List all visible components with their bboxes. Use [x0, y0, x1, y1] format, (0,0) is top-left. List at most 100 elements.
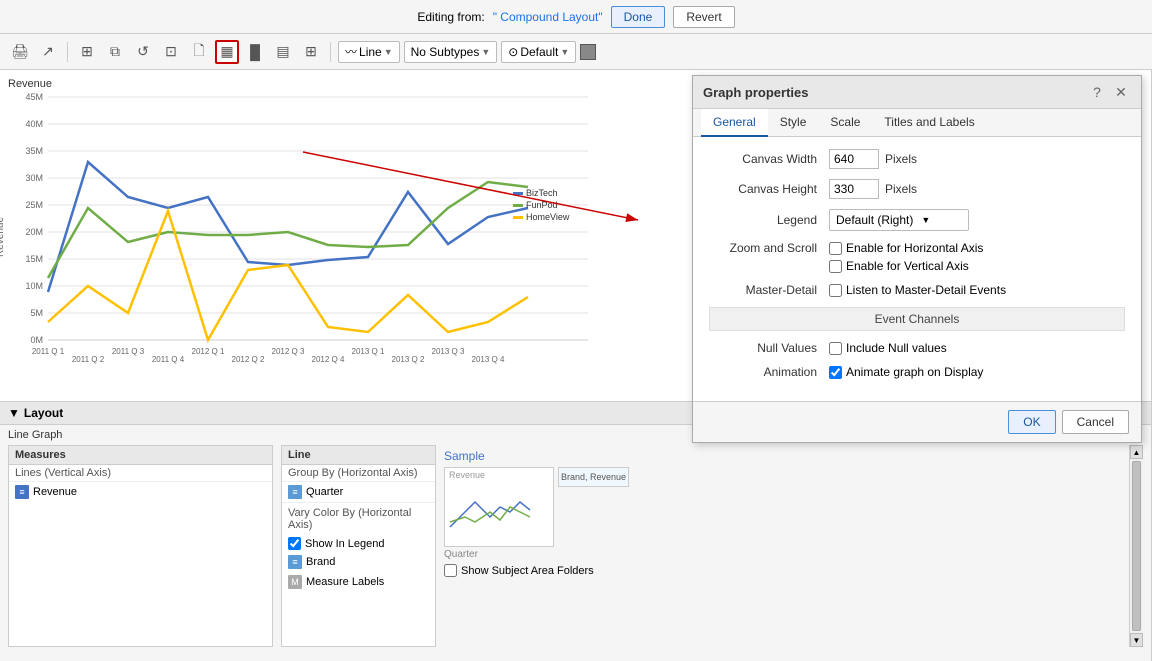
svg-text:0M: 0M [30, 335, 43, 345]
quarter-label: Quarter [306, 486, 343, 498]
listen-events-checkbox[interactable] [829, 284, 842, 297]
animate-row: Animate graph on Display [829, 365, 983, 379]
measure-labels-item[interactable]: M Measure Labels [282, 572, 435, 592]
scroll-thumb[interactable] [1132, 461, 1141, 631]
canvas-height-unit: Pixels [885, 182, 917, 196]
quarter-item[interactable]: ≡ Quarter [282, 482, 435, 502]
ok-button[interactable]: OK [1008, 410, 1055, 434]
svg-text:30M: 30M [25, 173, 43, 183]
svg-text:2013 Q 3: 2013 Q 3 [432, 347, 465, 356]
collapse-icon[interactable]: ▼ [8, 406, 20, 420]
canvas-width-label: Canvas Width [709, 152, 829, 166]
selected-chart-icon[interactable]: ▦ [215, 40, 239, 64]
tab-titles-labels[interactable]: Titles and Labels [872, 109, 986, 137]
animate-label: Animate graph on Display [846, 365, 983, 379]
show-subject-row: Show Subject Area Folders [444, 560, 594, 581]
help-icon[interactable]: ? [1087, 82, 1107, 102]
revenue-item[interactable]: ≡ Revenue [9, 482, 272, 502]
scrollbar[interactable]: ▲ ▼ [1129, 445, 1143, 647]
null-values-label: Null Values [709, 341, 829, 355]
line-header: Line [282, 446, 435, 465]
editing-bar: Editing from: " Compound Layout" Done Re… [0, 0, 1152, 34]
print-icon[interactable]: 🖨 [8, 40, 32, 64]
export-icon[interactable]: ↗ [36, 40, 60, 64]
svg-text:15M: 15M [25, 254, 43, 264]
show-in-legend-checkbox[interactable] [288, 537, 301, 550]
color-box[interactable] [580, 44, 596, 60]
line-label: Line [359, 45, 382, 59]
vary-color-label: Vary Color By (Horizontal Axis) [288, 507, 411, 531]
tab-scale[interactable]: Scale [818, 109, 872, 137]
measures-header: Measures [9, 446, 272, 465]
listen-events-row: Listen to Master-Detail Events [829, 283, 1006, 297]
scroll-up-btn[interactable]: ▲ [1130, 445, 1143, 459]
data-view-icon[interactable]: ⊡ [159, 40, 183, 64]
sample-chart-svg [445, 482, 535, 537]
refresh-icon[interactable]: ↺ [131, 40, 155, 64]
canvas-height-input[interactable] [829, 179, 879, 199]
show-subject-checkbox[interactable] [444, 564, 457, 577]
include-null-label: Include Null values [846, 341, 947, 355]
measure-labels-icon: M [288, 575, 302, 589]
canvas-width-input[interactable] [829, 149, 879, 169]
cancel-button[interactable]: Cancel [1062, 410, 1129, 434]
quarter-icon: ≡ [288, 485, 302, 499]
line-arrow-icon: ▼ [384, 47, 393, 57]
tab-general[interactable]: General [701, 109, 768, 137]
done-button[interactable]: Done [611, 6, 666, 28]
copy-view-icon[interactable]: ⧉ [103, 40, 127, 64]
svg-text:2012 Q 1: 2012 Q 1 [192, 347, 225, 356]
scroll-down-btn[interactable]: ▼ [1130, 633, 1143, 647]
include-null-row: Include Null values [829, 341, 947, 355]
legend-row: Legend Default (Right) ▼ [709, 209, 1125, 231]
svg-text:20M: 20M [25, 227, 43, 237]
svg-text:2011 Q 1: 2011 Q 1 [32, 347, 65, 356]
enable-horizontal-row: Enable for Horizontal Axis [829, 241, 983, 255]
graph-properties-footer: OK Cancel [693, 401, 1141, 442]
revert-button[interactable]: Revert [673, 6, 734, 28]
legend-dropdown[interactable]: Default (Right) ▼ [829, 209, 969, 231]
default-label: Default [520, 45, 558, 59]
null-values-row: Null Values Include Null values [709, 341, 1125, 355]
svg-text:FunPod: FunPod [526, 200, 558, 210]
show-subject-label: Show Subject Area Folders [461, 565, 594, 577]
sample-title: Sample [444, 445, 485, 467]
svg-text:BizTech: BizTech [526, 188, 558, 198]
svg-text:2013 Q 1: 2013 Q 1 [352, 347, 385, 356]
revenue-icon: ≡ [15, 485, 29, 499]
arrow-annotation [303, 152, 638, 220]
vary-color-section: Vary Color By (Horizontal Axis) [282, 502, 435, 535]
table-icon[interactable]: ▤ [271, 40, 295, 64]
revenue-label: Revenue [33, 486, 77, 498]
subtypes-dropdown[interactable]: No Subtypes ▼ [404, 41, 498, 63]
subtypes-label: No Subtypes [411, 45, 480, 59]
show-in-legend-row: Show In Legend [282, 535, 435, 552]
legend-label: Legend [709, 213, 829, 227]
edit-view-icon[interactable]: ⊞ [75, 40, 99, 64]
enable-horizontal-checkbox[interactable] [829, 242, 842, 255]
tab-style[interactable]: Style [768, 109, 819, 137]
subtypes-arrow-icon: ▼ [481, 47, 490, 57]
default-arrow-icon: ▼ [560, 47, 569, 57]
measures-column: Measures Lines (Vertical Axis) ≡ Revenue [8, 445, 273, 647]
sample-column: Sample Revenue Brand, Revenue [444, 445, 1121, 647]
animate-checkbox[interactable] [829, 366, 842, 379]
enable-horizontal-label: Enable for Horizontal Axis [846, 241, 983, 255]
graph-properties-header: Graph properties ? ✕ [693, 76, 1141, 109]
sample-legend-box: Brand, Revenue [558, 467, 629, 487]
enable-vertical-checkbox[interactable] [829, 260, 842, 273]
brand-revenue-legend: Brand, Revenue [561, 472, 626, 482]
canvas-height-row: Canvas Height Pixels [709, 179, 1125, 199]
default-dropdown[interactable]: ⊙ Default ▼ [501, 41, 576, 63]
svg-text:2012 Q 2: 2012 Q 2 [232, 355, 265, 364]
brand-item[interactable]: ≡ Brand [282, 552, 435, 572]
print-view-icon[interactable]: 🗋 [187, 40, 211, 64]
include-null-checkbox[interactable] [829, 342, 842, 355]
pivot-icon[interactable]: ⊞ [299, 40, 323, 64]
bar-chart-icon[interactable]: ▐▌ [243, 40, 267, 64]
measure-labels-label: Measure Labels [306, 576, 384, 588]
close-icon[interactable]: ✕ [1111, 82, 1131, 102]
line-type-dropdown[interactable]: 〰 Line ▼ [338, 41, 400, 63]
master-detail-label: Master-Detail [709, 283, 829, 297]
sample-chart: Revenue [444, 467, 554, 547]
